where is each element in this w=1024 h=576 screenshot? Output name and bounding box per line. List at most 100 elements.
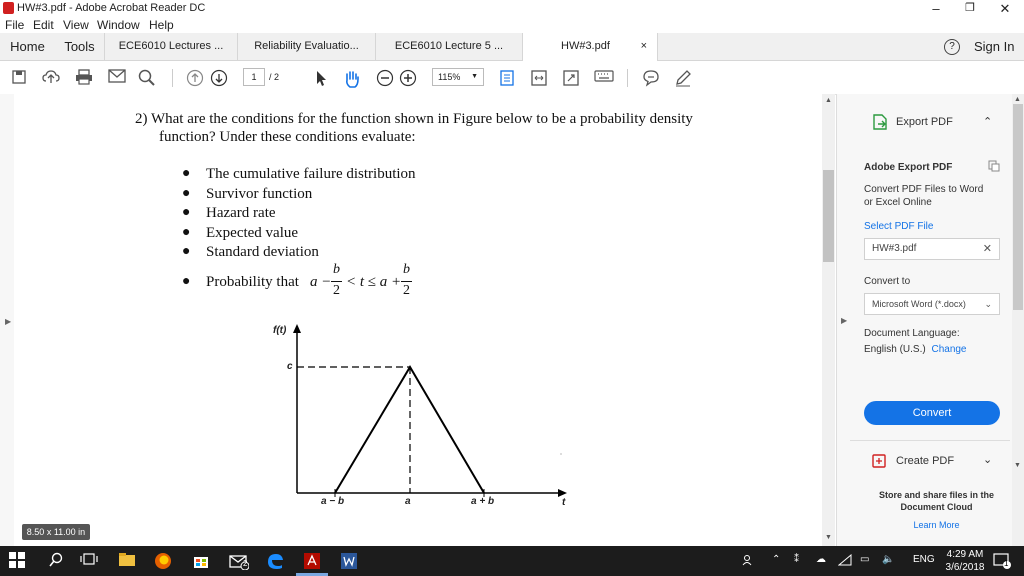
comment-icon[interactable] (642, 69, 660, 87)
probability-prefix: Probability that (206, 274, 299, 290)
store-share-text: Store and share files in the Document Cl… (878, 490, 995, 512)
network-tray-icon[interactable]: ⁑ (794, 554, 799, 565)
clear-file-icon[interactable]: ✕ (983, 239, 992, 259)
zoom-in-icon[interactable] (399, 69, 417, 87)
volume-icon[interactable]: 🔈 (882, 554, 894, 565)
menu-edit[interactable]: Edit (33, 18, 54, 32)
file-explorer-icon[interactable] (118, 552, 136, 570)
upload-cloud-icon[interactable] (42, 69, 60, 87)
collapse-pane-icon[interactable]: ▶ (841, 316, 847, 325)
pane-scroll-thumb[interactable] (1013, 104, 1023, 310)
expand-left-icon[interactable]: ▶ (5, 317, 11, 326)
bullet-text: Survivor function (206, 185, 313, 202)
learn-more-link[interactable]: Learn More (864, 520, 1009, 530)
menu-bar: File Edit View Window Help (0, 17, 1024, 33)
c-label: c (287, 361, 293, 372)
tab-doc-reliability[interactable]: Reliability Evaluatio... (238, 33, 376, 60)
firefox-icon[interactable] (154, 552, 172, 570)
input-language[interactable]: ENG (913, 554, 935, 565)
left-panel-toggle[interactable]: ▶ (0, 94, 14, 546)
bullet-dot: ● (182, 185, 191, 201)
tab-doc-ece6010-lecture5[interactable]: ECE6010 Lecture 5 ... (376, 33, 523, 60)
previous-page-icon[interactable] (186, 69, 204, 87)
selected-file-name: HW#3.pdf (872, 243, 917, 254)
next-page-icon[interactable] (210, 69, 228, 87)
scroll-up-icon[interactable]: ▲ (825, 97, 832, 104)
search-icon[interactable] (138, 69, 156, 87)
tab-tools[interactable]: Tools (55, 33, 105, 60)
taskbar: 2 ⌃ ⁑ ☁ ▭ 🔈 ENG 4:29 AM 3/6/2018 1 (0, 546, 1024, 576)
document-scroll-thumb[interactable] (823, 170, 834, 262)
print-icon[interactable] (75, 69, 93, 87)
edge-browser-icon[interactable] (266, 552, 284, 570)
search-icon[interactable] (47, 552, 65, 570)
close-window-button[interactable]: ✕ (988, 0, 1022, 17)
people-icon[interactable] (742, 554, 756, 569)
keyboard-icon[interactable] (594, 69, 614, 87)
format-value: Microsoft Word (*.docx) (872, 299, 966, 309)
task-view-icon[interactable] (80, 552, 98, 570)
export-pdf-header[interactable]: Export PDF (896, 116, 953, 128)
word-icon[interactable] (340, 552, 358, 570)
clock-date[interactable]: 3/6/2018 (941, 562, 989, 573)
help-icon[interactable]: ? (944, 39, 960, 55)
sign-in-link[interactable]: Sign In (974, 39, 1014, 54)
pen-sign-icon[interactable] (674, 69, 692, 87)
menu-file[interactable]: File (5, 18, 24, 32)
acrobat-app-icon (3, 2, 14, 14)
fraction-denominator: 2 (403, 283, 410, 298)
prob-a-minus: a − (310, 274, 332, 290)
y-axis-arrow (293, 324, 301, 333)
menu-window[interactable]: Window (97, 18, 140, 32)
full-screen-icon[interactable] (562, 69, 580, 87)
tab-doc-hw3[interactable]: HW#3.pdf × (523, 33, 658, 61)
x-axis-label: t (562, 497, 566, 508)
bullet-dot: ● (182, 166, 191, 181)
chevron-down-icon[interactable]: ⌄ (983, 453, 992, 466)
change-language-link[interactable]: Change (931, 344, 966, 355)
store-icon[interactable] (192, 552, 210, 570)
create-pdf-item[interactable]: Create PDF (896, 455, 954, 467)
tab-home[interactable]: Home (0, 33, 55, 60)
mail-badge: 2 (243, 559, 248, 568)
menu-help[interactable]: Help (149, 18, 174, 32)
show-hidden-icons[interactable]: ⌃ (772, 554, 780, 565)
zoom-value: 115% (438, 72, 461, 82)
battery-icon[interactable]: ▭ (860, 554, 869, 565)
copy-icon[interactable] (988, 160, 1000, 175)
acrobat-taskbar-icon[interactable] (303, 552, 321, 570)
select-pdf-file-link[interactable]: Select PDF File (864, 221, 933, 232)
menu-view[interactable]: View (63, 18, 89, 32)
fit-width-icon[interactable] (530, 69, 548, 87)
minimize-button[interactable]: – (919, 0, 953, 17)
tab-doc-ece6010-lectures[interactable]: ECE6010 Lectures ... (105, 33, 238, 60)
scroll-down-icon[interactable]: ▼ (825, 534, 832, 541)
page-number-input[interactable]: 1 (243, 68, 265, 86)
select-arrow-icon[interactable] (312, 69, 330, 87)
document-language-label: Document Language: (864, 328, 960, 339)
convert-button[interactable]: Convert (864, 401, 1000, 425)
question-line-1: 2) What are the conditions for the funct… (135, 111, 693, 127)
format-select[interactable]: Microsoft Word (*.docx) ⌄ (864, 293, 1000, 315)
clock-time[interactable]: 4:29 AM (945, 549, 985, 560)
zoom-select[interactable]: 115% ▼ (432, 68, 484, 86)
triangle-pdf-figure (293, 324, 567, 497)
windows-start-icon[interactable] (8, 552, 26, 570)
create-pdf-icon (871, 453, 887, 472)
email-icon[interactable] (108, 69, 126, 87)
toolbar-divider (172, 69, 173, 87)
document-scrollbar[interactable]: ▲ ▼ (822, 94, 835, 546)
onedrive-icon[interactable]: ☁ (816, 554, 826, 565)
bullet-text: The cumulative failure distribution (206, 166, 416, 182)
close-tab-icon[interactable]: × (641, 33, 647, 60)
wifi-icon[interactable] (837, 553, 852, 569)
fit-page-icon[interactable] (498, 69, 516, 87)
hand-tool-icon[interactable] (342, 69, 360, 88)
save-icon[interactable] (10, 69, 28, 87)
zoom-out-icon[interactable] (376, 69, 394, 87)
chevron-up-icon[interactable]: ⌃ (983, 115, 992, 128)
toolbar-divider (627, 69, 628, 87)
scroll-down-icon[interactable]: ▼ (1014, 462, 1021, 469)
scroll-up-icon[interactable]: ▲ (1014, 96, 1021, 103)
maximize-button[interactable]: ❐ (953, 0, 987, 17)
